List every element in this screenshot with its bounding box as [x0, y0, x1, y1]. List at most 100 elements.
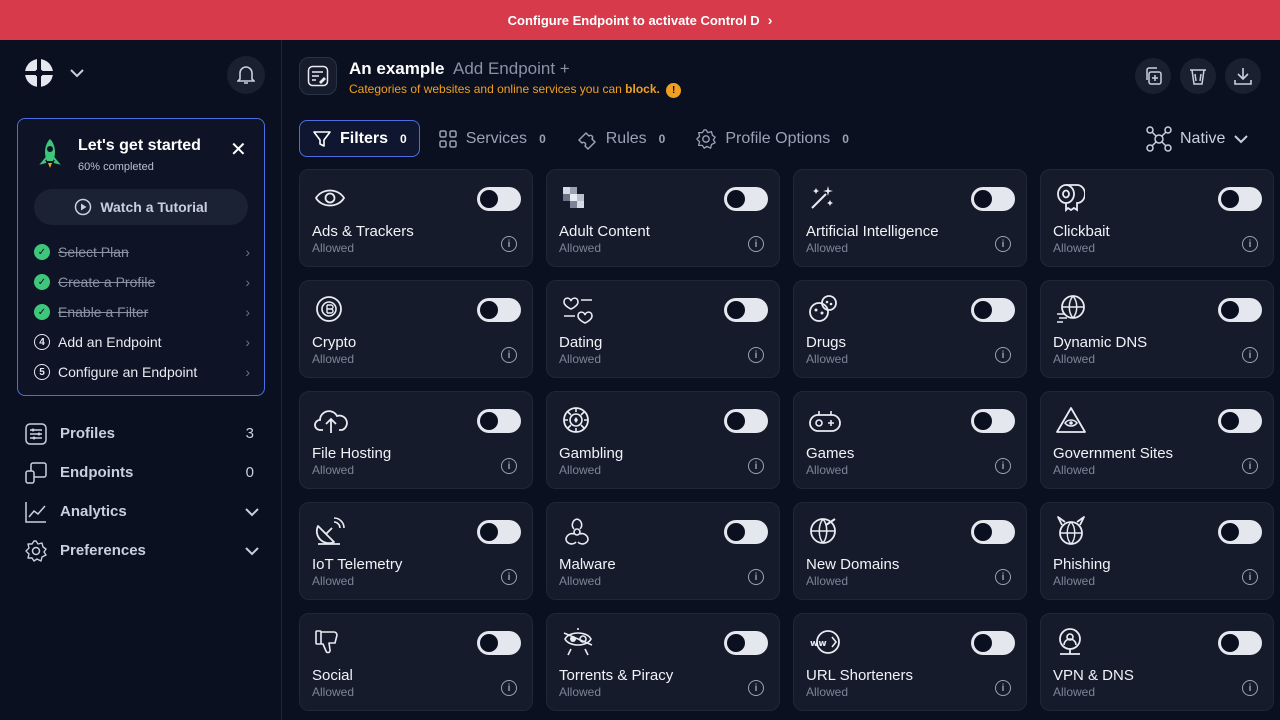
download-button[interactable]	[1225, 58, 1261, 94]
filter-card-file-hosting[interactable]: File Hosting Allowed i	[299, 391, 533, 489]
filter-status: Allowed	[559, 685, 602, 699]
watch-tutorial-button[interactable]: Watch a Tutorial	[34, 189, 248, 225]
info-icon[interactable]: i	[995, 458, 1011, 474]
filter-toggle[interactable]	[971, 631, 1015, 655]
filter-card-gambling[interactable]: Gambling Allowed i	[546, 391, 780, 489]
info-icon[interactable]: i	[748, 569, 764, 585]
tab-filters[interactable]: Filters 0	[299, 120, 420, 157]
sidebar-item-preferences[interactable]: Preferences	[24, 531, 260, 570]
filter-card-adult-content[interactable]: Adult Content Allowed i	[546, 169, 780, 267]
filter-card-url-shorteners[interactable]: ww URL Shorteners Allowed i	[793, 613, 1027, 711]
notifications-button[interactable]	[227, 56, 265, 94]
info-icon[interactable]: i	[995, 347, 1011, 363]
logo[interactable]	[17, 58, 85, 88]
delete-button[interactable]	[1180, 58, 1216, 94]
info-icon[interactable]: i	[501, 236, 517, 252]
warning-icon[interactable]: !	[666, 83, 682, 98]
info-icon[interactable]: i	[748, 236, 764, 252]
filter-toggle[interactable]	[477, 520, 521, 544]
filter-toggle[interactable]	[724, 631, 768, 655]
info-icon[interactable]: i	[748, 458, 764, 474]
filter-card-dating[interactable]: Dating Allowed i	[546, 280, 780, 378]
info-icon[interactable]: i	[748, 680, 764, 696]
filter-name: Malware	[559, 556, 616, 573]
filter-toggle[interactable]	[477, 631, 521, 655]
filter-card-artificial-intelligence[interactable]: Artificial Intelligence Allowed i	[793, 169, 1027, 267]
info-icon[interactable]: i	[995, 569, 1011, 585]
duplicate-button[interactable]	[1135, 58, 1171, 94]
filter-toggle[interactable]	[971, 409, 1015, 433]
filter-name: Ads & Trackers	[312, 223, 414, 240]
filter-card-torrents-piracy[interactable]: Torrents & Piracy Allowed i	[546, 613, 780, 711]
satellite-dish-icon	[314, 515, 348, 547]
filter-card-malware[interactable]: Malware Allowed i	[546, 502, 780, 600]
info-icon[interactable]: i	[995, 236, 1011, 252]
filter-card-dynamic-dns[interactable]: Dynamic DNS Allowed i	[1040, 280, 1274, 378]
step-add-endpoint[interactable]: 4 Add an Endpoint ›	[34, 327, 250, 357]
info-icon[interactable]: i	[748, 347, 764, 363]
filter-name: URL Shorteners	[806, 667, 913, 684]
filter-card-crypto[interactable]: Crypto Allowed i	[299, 280, 533, 378]
filter-card-clickbait[interactable]: Clickbait Allowed i	[1040, 169, 1274, 267]
tab-count: 0	[400, 131, 407, 146]
info-icon[interactable]: i	[1242, 458, 1258, 474]
info-icon[interactable]: i	[1242, 569, 1258, 585]
sidebar-item-endpoints[interactable]: Endpoints 0	[24, 453, 260, 492]
step-enable-filter[interactable]: ✓ Enable a Filter ›	[34, 297, 250, 327]
filter-card-government-sites[interactable]: Government Sites Allowed i	[1040, 391, 1274, 489]
add-endpoint-link[interactable]: Add Endpoint +	[453, 59, 570, 79]
view-mode-select[interactable]: Native	[1146, 126, 1249, 152]
info-icon[interactable]: i	[501, 458, 517, 474]
profile-icon[interactable]	[299, 57, 337, 95]
profile-tabs: Filters 0 Services 0 Rules 0 Profile Opt…	[299, 120, 867, 157]
step-select-plan[interactable]: ✓ Select Plan ›	[34, 237, 250, 267]
filter-toggle[interactable]	[724, 298, 768, 322]
tab-label: Filters	[340, 129, 389, 147]
nav-label: Preferences	[60, 542, 146, 559]
filter-toggle[interactable]	[1218, 409, 1262, 433]
filter-toggle[interactable]	[1218, 187, 1262, 211]
filter-name: IoT Telemetry	[312, 556, 403, 573]
info-icon[interactable]: i	[995, 680, 1011, 696]
filter-toggle[interactable]	[1218, 298, 1262, 322]
step-create-profile[interactable]: ✓ Create a Profile ›	[34, 267, 250, 297]
sidebar-item-profiles[interactable]: Profiles 3	[24, 414, 260, 453]
sidebar-item-analytics[interactable]: Analytics	[24, 492, 260, 531]
filter-toggle[interactable]	[477, 298, 521, 322]
activation-banner[interactable]: Configure Endpoint to activate Control D…	[0, 0, 1280, 40]
filter-toggle[interactable]	[971, 520, 1015, 544]
grid-icon	[438, 129, 457, 148]
filter-toggle[interactable]	[1218, 520, 1262, 544]
step-configure-endpoint[interactable]: 5 Configure an Endpoint ›	[34, 357, 250, 387]
filter-card-games[interactable]: Games Allowed i	[793, 391, 1027, 489]
filter-card-drugs[interactable]: Drugs Allowed i	[793, 280, 1027, 378]
info-icon[interactable]: i	[501, 680, 517, 696]
tab-rules[interactable]: Rules 0	[564, 120, 678, 157]
tab-profile-options[interactable]: Profile Options 0	[683, 120, 861, 157]
globe-icon	[1055, 293, 1089, 325]
close-icon[interactable]: ✕	[230, 137, 247, 162]
crypto-coin-icon	[314, 293, 348, 325]
filter-card-social[interactable]: Social Allowed i	[299, 613, 533, 711]
filter-card-iot-telemetry[interactable]: IoT Telemetry Allowed i	[299, 502, 533, 600]
filter-card-new-domains[interactable]: New Domains Allowed i	[793, 502, 1027, 600]
info-icon[interactable]: i	[1242, 347, 1258, 363]
subtitle-bold: block.	[625, 82, 660, 96]
filter-card-vpn-dns[interactable]: VPN & DNS Allowed i	[1040, 613, 1274, 711]
info-icon[interactable]: i	[1242, 680, 1258, 696]
filter-toggle[interactable]	[724, 409, 768, 433]
tab-services[interactable]: Services 0	[426, 120, 558, 157]
filter-toggle[interactable]	[724, 520, 768, 544]
filter-toggle[interactable]	[971, 298, 1015, 322]
filter-card-ads-trackers[interactable]: Ads & Trackers Allowed i	[299, 169, 533, 267]
info-icon[interactable]: i	[501, 569, 517, 585]
filter-toggle[interactable]	[477, 409, 521, 433]
filter-card-phishing[interactable]: Phishing Allowed i	[1040, 502, 1274, 600]
info-icon[interactable]: i	[501, 347, 517, 363]
filter-toggle[interactable]	[971, 187, 1015, 211]
filter-toggle[interactable]	[1218, 631, 1262, 655]
filter-toggle[interactable]	[477, 187, 521, 211]
info-icon[interactable]: i	[1242, 236, 1258, 252]
pixel-icon	[561, 182, 595, 214]
filter-toggle[interactable]	[724, 187, 768, 211]
